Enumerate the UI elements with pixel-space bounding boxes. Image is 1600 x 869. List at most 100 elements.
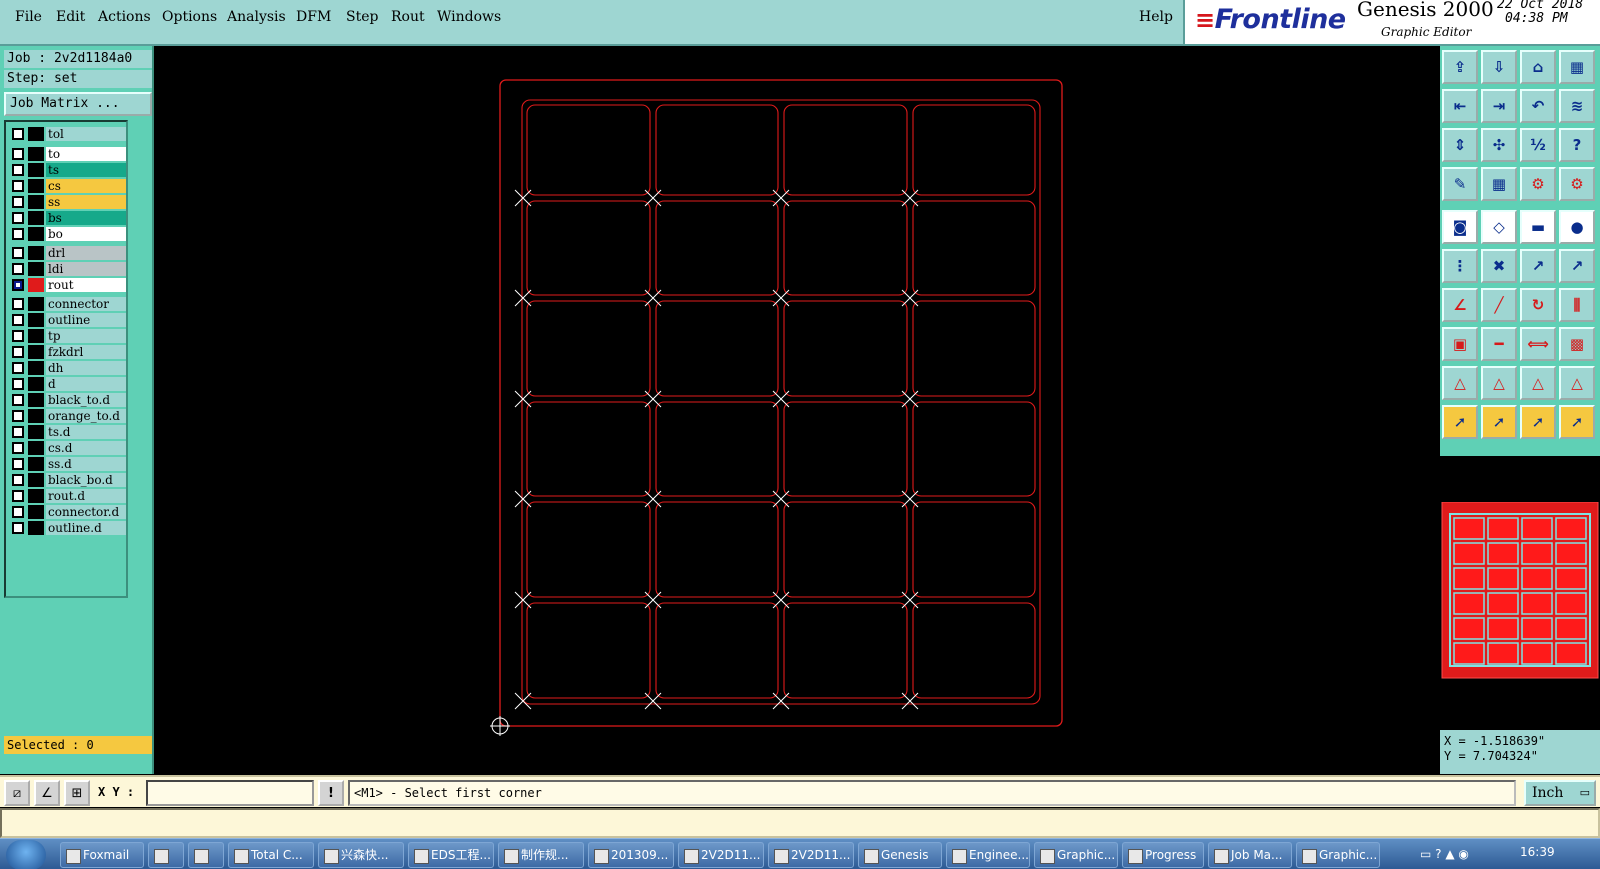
taskbar-item[interactable]: 2V2D11... [768, 842, 854, 868]
taskbar-item[interactable]: 201309... [588, 842, 674, 868]
tool-button-1-1[interactable]: ⇥ [1481, 89, 1517, 123]
taskbar-item[interactable] [188, 842, 224, 868]
tool-button-0-0[interactable]: ⇪ [1442, 50, 1478, 84]
tool-button-7-0[interactable]: ▣ [1442, 327, 1478, 361]
layer-row-ts[interactable]: ts [10, 163, 126, 177]
layer-checkbox[interactable] [12, 426, 24, 438]
layer-checkbox[interactable] [12, 458, 24, 470]
tool-button-8-1[interactable]: △ [1481, 366, 1517, 400]
layer-checkbox[interactable] [12, 212, 24, 224]
tool-button-0-3[interactable]: ▦ [1559, 50, 1595, 84]
layer-checkbox[interactable] [12, 330, 24, 342]
measure-button[interactable]: ∠ [34, 780, 60, 806]
layer-checkbox[interactable] [12, 490, 24, 502]
tool-button-5-0[interactable]: ⋮ [1442, 249, 1478, 283]
layer-row-ts-d[interactable]: ts.d [10, 425, 126, 439]
taskbar-item[interactable]: EDS工程... [408, 842, 494, 868]
tool-button-8-3[interactable]: △ [1559, 366, 1595, 400]
layer-row-dh[interactable]: dh [10, 361, 126, 375]
tool-button-4-0[interactable]: ◙ [1442, 210, 1478, 244]
layer-row-tp[interactable]: tp [10, 329, 126, 343]
layer-row-to[interactable]: to [10, 147, 126, 161]
layer-checkbox[interactable] [12, 279, 24, 291]
layer-checkbox[interactable] [12, 164, 24, 176]
grid-button[interactable]: ⊞ [64, 780, 90, 806]
menu-edit[interactable]: Edit [56, 9, 85, 25]
tool-button-3-2[interactable]: ⚙ [1520, 167, 1556, 201]
layer-row-fzkdrl[interactable]: fzkdrl [10, 345, 126, 359]
menu-rout[interactable]: Rout [391, 9, 425, 25]
tool-button-4-3[interactable]: ● [1559, 210, 1595, 244]
tool-button-9-3[interactable]: ➚ [1559, 405, 1595, 439]
menu-windows[interactable]: Windows [437, 9, 501, 25]
layer-row-bs[interactable]: bs [10, 211, 126, 225]
layer-checkbox[interactable] [12, 314, 24, 326]
layer-row-black-bo-d[interactable]: black_bo.d [10, 473, 126, 487]
xy-input[interactable] [146, 780, 314, 806]
taskbar-item[interactable]: Foxmail [60, 842, 144, 868]
start-button[interactable] [6, 840, 46, 869]
tool-button-7-1[interactable]: ━ [1481, 327, 1517, 361]
layer-checkbox[interactable] [12, 522, 24, 534]
tool-button-8-0[interactable]: △ [1442, 366, 1478, 400]
tool-button-2-1[interactable]: ✣ [1481, 128, 1517, 162]
taskbar-item[interactable]: 兴森快... [318, 842, 404, 868]
layer-row-cs-d[interactable]: cs.d [10, 441, 126, 455]
tool-button-1-3[interactable]: ≋ [1559, 89, 1595, 123]
alert-button[interactable]: ! [318, 780, 344, 806]
tool-button-1-0[interactable]: ⇤ [1442, 89, 1478, 123]
tool-button-0-2[interactable]: ⌂ [1520, 50, 1556, 84]
tool-button-9-0[interactable]: ➚ [1442, 405, 1478, 439]
layer-checkbox[interactable] [12, 394, 24, 406]
graphic-canvas[interactable] [156, 46, 1440, 774]
taskbar-item[interactable]: Graphic... [1296, 842, 1380, 868]
layer-row-tol[interactable]: tol [10, 127, 126, 141]
layer-row-ldi[interactable]: ldi [10, 262, 126, 276]
layer-checkbox[interactable] [12, 378, 24, 390]
taskbar-item[interactable]: Graphic... [1034, 842, 1118, 868]
layer-checkbox[interactable] [12, 362, 24, 374]
layer-row-connector-d[interactable]: connector.d [10, 505, 126, 519]
tool-button-3-0[interactable]: ✎ [1442, 167, 1478, 201]
menu-dfm[interactable]: DFM [296, 9, 331, 25]
layer-row-orange-to-d[interactable]: orange_to.d [10, 409, 126, 423]
tool-button-4-1[interactable]: ◇ [1481, 210, 1517, 244]
layer-checkbox[interactable] [12, 228, 24, 240]
taskbar-item[interactable] [148, 842, 184, 868]
system-tray[interactable]: ▭ ? ▲ ◉ [1420, 847, 1469, 861]
taskbar-item[interactable]: Job Ma... [1208, 842, 1292, 868]
zoom-area-button[interactable]: ⧄ [4, 780, 30, 806]
taskbar-item[interactable]: 2V2D11... [678, 842, 764, 868]
layer-checkbox[interactable] [12, 442, 24, 454]
layer-row-rout-d[interactable]: rout.d [10, 489, 126, 503]
taskbar-item[interactable]: Genesis [858, 842, 942, 868]
tool-button-3-1[interactable]: ▦ [1481, 167, 1517, 201]
tool-button-7-2[interactable]: ⟺ [1520, 327, 1556, 361]
layer-checkbox[interactable] [12, 410, 24, 422]
menu-actions[interactable]: Actions [98, 9, 151, 25]
taskbar-item[interactable]: 制作规... [498, 842, 584, 868]
menu-analysis[interactable]: Analysis [227, 9, 286, 25]
layer-checkbox[interactable] [12, 298, 24, 310]
layer-row-outline-d[interactable]: outline.d [10, 521, 126, 535]
tool-button-7-3[interactable]: ▩ [1559, 327, 1595, 361]
layer-checkbox[interactable] [12, 196, 24, 208]
layer-row-connector[interactable]: connector [10, 297, 126, 311]
menu-options[interactable]: Options [162, 9, 217, 25]
layer-checkbox[interactable] [12, 506, 24, 518]
tool-button-5-3[interactable]: ↗ [1559, 249, 1595, 283]
layer-checkbox[interactable] [12, 247, 24, 259]
tool-button-2-3[interactable]: ? [1559, 128, 1595, 162]
layer-checkbox[interactable] [12, 263, 24, 275]
tool-button-5-1[interactable]: ✖ [1481, 249, 1517, 283]
tool-button-3-3[interactable]: ⚙ [1559, 167, 1595, 201]
tool-button-9-2[interactable]: ➚ [1520, 405, 1556, 439]
tool-button-1-2[interactable]: ↶ [1520, 89, 1556, 123]
tool-button-6-0[interactable]: ∠ [1442, 288, 1478, 322]
layer-row-cs[interactable]: cs [10, 179, 126, 193]
taskbar-item[interactable]: Enginee... [946, 842, 1030, 868]
tool-button-2-2[interactable]: ½ [1520, 128, 1556, 162]
layer-row-bo[interactable]: bo [10, 227, 126, 241]
tool-button-5-2[interactable]: ↗ [1520, 249, 1556, 283]
tool-button-0-1[interactable]: ⇩ [1481, 50, 1517, 84]
